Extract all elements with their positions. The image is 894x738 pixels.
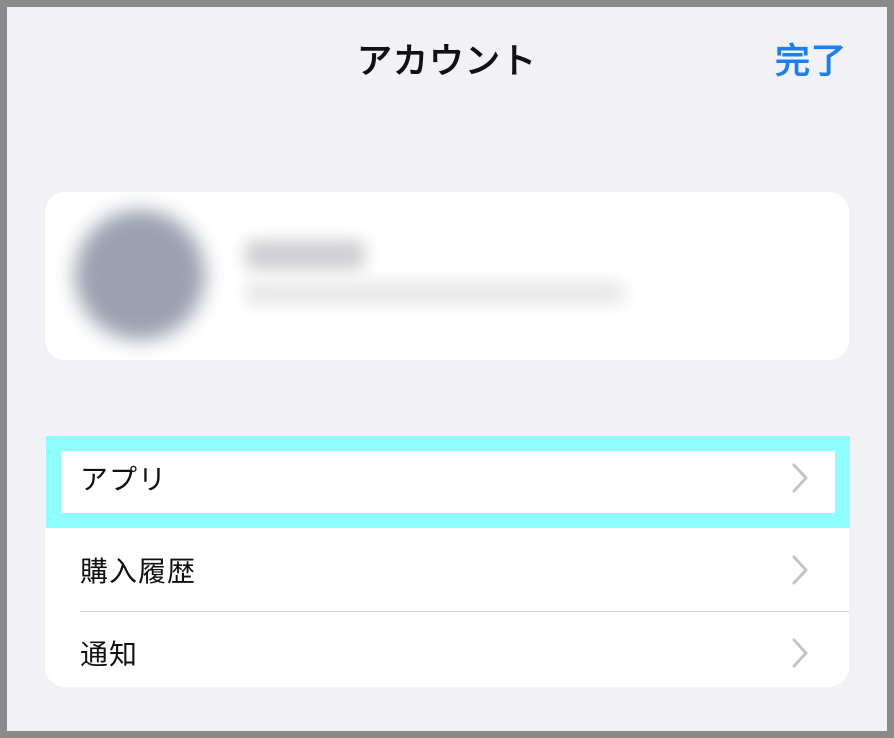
menu-item-apps[interactable]: アプリ (45, 437, 849, 519)
profile-email (245, 282, 625, 304)
chevron-right-icon (792, 638, 808, 668)
menu-item-label: 通知 (80, 638, 139, 671)
menu-item-purchase-history[interactable]: 購入履歴 (45, 529, 849, 611)
done-button[interactable]: 完了 (775, 33, 847, 84)
chevron-right-icon (792, 555, 808, 585)
profile-name (245, 240, 365, 270)
menu-item-notifications[interactable]: 通知 (45, 612, 849, 687)
menu-item-label: 購入履歴 (80, 555, 197, 588)
page-title: アカウント (356, 42, 537, 82)
screen-frame: アカウント 完了 アプリ 購入履歴 通知 (0, 0, 894, 738)
menu-item-label: アプリ (80, 463, 168, 496)
profile-card[interactable] (45, 192, 849, 360)
avatar (75, 210, 205, 340)
chevron-right-icon (792, 463, 808, 493)
account-menu: アプリ 購入履歴 通知 (45, 437, 849, 687)
